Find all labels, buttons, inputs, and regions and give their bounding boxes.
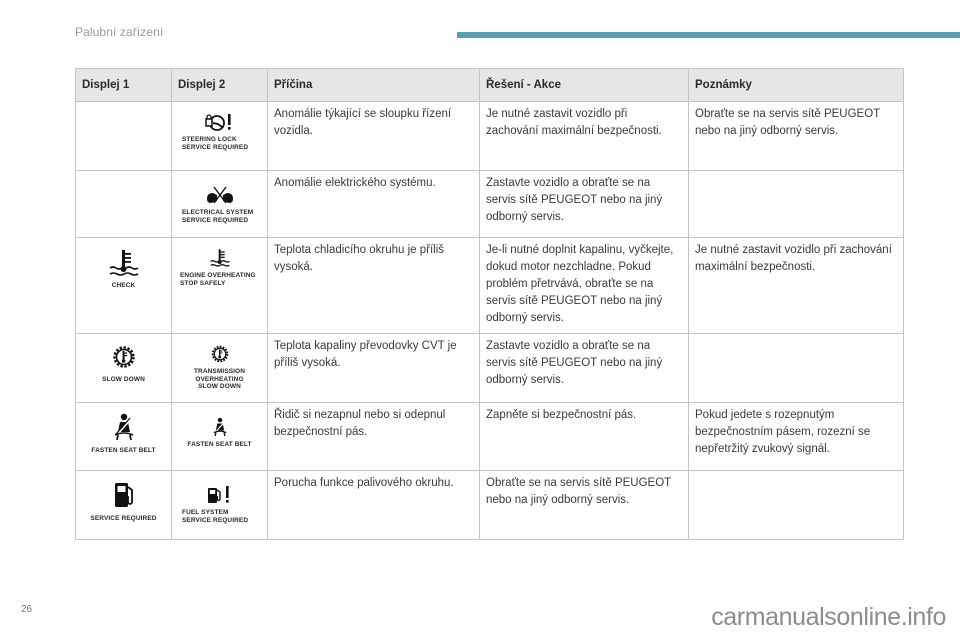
steering-lock-icon	[204, 114, 231, 131]
display1-label: SERVICE REQUIRED	[90, 515, 157, 522]
action-cell: Obraťte se na servis sítě PEUGEOT nebo n…	[479, 470, 689, 540]
cause-cell: Porucha funkce palivového okruhu.	[267, 470, 480, 540]
cause-cell: Teplota kapaliny převodovky CVT je příli…	[267, 333, 480, 403]
display2-cell: FASTEN SEAT BELT	[171, 402, 268, 471]
table-row: SLOW DOWN TRANSMISSION OVERHEATING SLOW …	[75, 333, 904, 403]
display1-cell	[75, 101, 172, 171]
column-header-notes: Poznámky	[688, 68, 904, 102]
seat-belt-icon	[213, 417, 226, 437]
table-header-row: Displej 1 Displej 2 Příčina Řešení - Akc…	[75, 68, 904, 102]
transmission-temperature-icon	[112, 346, 135, 368]
column-header-display1: Displej 1	[75, 68, 172, 102]
coolant-temperature-icon	[209, 249, 230, 267]
seat-belt-icon	[114, 413, 133, 441]
display1-label: SLOW DOWN	[102, 376, 145, 383]
display1-label: CHECK	[111, 282, 136, 289]
display1-cell	[75, 170, 172, 238]
page-number: 26	[21, 604, 33, 615]
action-cell: Zapněte si bezpečnostní pás.	[479, 402, 689, 471]
cause-cell: Teplota chladicího okruhu je příliš vyso…	[267, 237, 480, 334]
action-cell: Je nutné zastavit vozidlo při zachování …	[479, 101, 689, 171]
header-accent-bar	[457, 32, 960, 38]
cause-cell: Anomálie týkající se sloupku řízení vozi…	[267, 101, 480, 171]
section-title: Palubní zařízení	[75, 25, 164, 39]
table-row: STEERING LOCK SERVICE REQUIRED Anomálie …	[75, 101, 904, 171]
cause-cell: Řidič si nezapnul nebo si odepnul bezpeč…	[267, 402, 480, 471]
display2-label: ELECTRICAL SYSTEM SERVICE REQUIRED	[182, 209, 254, 224]
coolant-temperature-icon	[109, 250, 138, 276]
notes-cell	[688, 170, 904, 238]
transmission-temperature-icon	[211, 345, 228, 363]
notes-cell: Obraťte se na servis sítě PEUGEOT nebo n…	[688, 101, 904, 171]
table-row: FASTEN SEAT BELT FASTEN SEAT BELT Řidič …	[75, 402, 904, 471]
display2-cell: FUEL SYSTEM SERVICE REQUIRED	[171, 470, 268, 540]
fuel-system-warning-icon	[207, 486, 229, 503]
cause-cell: Anomálie elektrického systému.	[267, 170, 480, 238]
table-row: SERVICE REQUIRED FUEL SYSTEM SERVICE REQ…	[75, 470, 904, 540]
display2-label: FUEL SYSTEM SERVICE REQUIRED	[182, 509, 249, 524]
display2-cell: TRANSMISSION OVERHEATING SLOW DOWN	[171, 333, 268, 403]
notes-cell	[688, 470, 904, 540]
display2-label: FASTEN SEAT BELT	[187, 441, 252, 448]
column-header-display2: Displej 2	[171, 68, 268, 102]
display2-label: ENGINE OVERHEATING STOP SAFELY	[180, 272, 256, 287]
display2-label: TRANSMISSION OVERHEATING SLOW DOWN	[193, 368, 246, 390]
display1-cell: CHECK	[75, 237, 172, 334]
column-header-action: Řešení - Akce	[479, 68, 689, 102]
action-cell: Zastavte vozidlo a obraťte se na servis …	[479, 170, 689, 238]
notes-cell	[688, 333, 904, 403]
action-cell: Je-li nutné doplnit kapalinu, vyčkejte, …	[479, 237, 689, 334]
electrical-system-icon	[206, 186, 233, 204]
display1-label: FASTEN SEAT BELT	[91, 447, 156, 454]
fuel-pump-icon	[114, 483, 133, 507]
notes-cell: Pokud jedete s rozepnutým bezpečnostním …	[688, 402, 904, 471]
display1-cell: SLOW DOWN	[75, 333, 172, 403]
display2-cell: ENGINE OVERHEATING STOP SAFELY	[171, 237, 268, 334]
table-row: CHECK ENGINE OVERHEATING STOP SAFELY Tep…	[75, 237, 904, 334]
column-header-cause: Příčina	[267, 68, 480, 102]
display1-cell: SERVICE REQUIRED	[75, 470, 172, 540]
display1-cell: FASTEN SEAT BELT	[75, 402, 172, 471]
display2-label: STEERING LOCK SERVICE REQUIRED	[182, 136, 249, 151]
display2-cell: ELECTRICAL SYSTEM SERVICE REQUIRED	[171, 170, 268, 238]
watermark: carmanualsonline.info	[711, 603, 946, 631]
notes-cell: Je nutné zastavit vozidlo při zachování …	[688, 237, 904, 334]
action-cell: Zastavte vozidlo a obraťte se na servis …	[479, 333, 689, 403]
warning-table: Displej 1 Displej 2 Příčina Řešení - Akc…	[75, 68, 904, 540]
display2-cell: STEERING LOCK SERVICE REQUIRED	[171, 101, 268, 171]
table-row: ELECTRICAL SYSTEM SERVICE REQUIRED Anomá…	[75, 170, 904, 238]
